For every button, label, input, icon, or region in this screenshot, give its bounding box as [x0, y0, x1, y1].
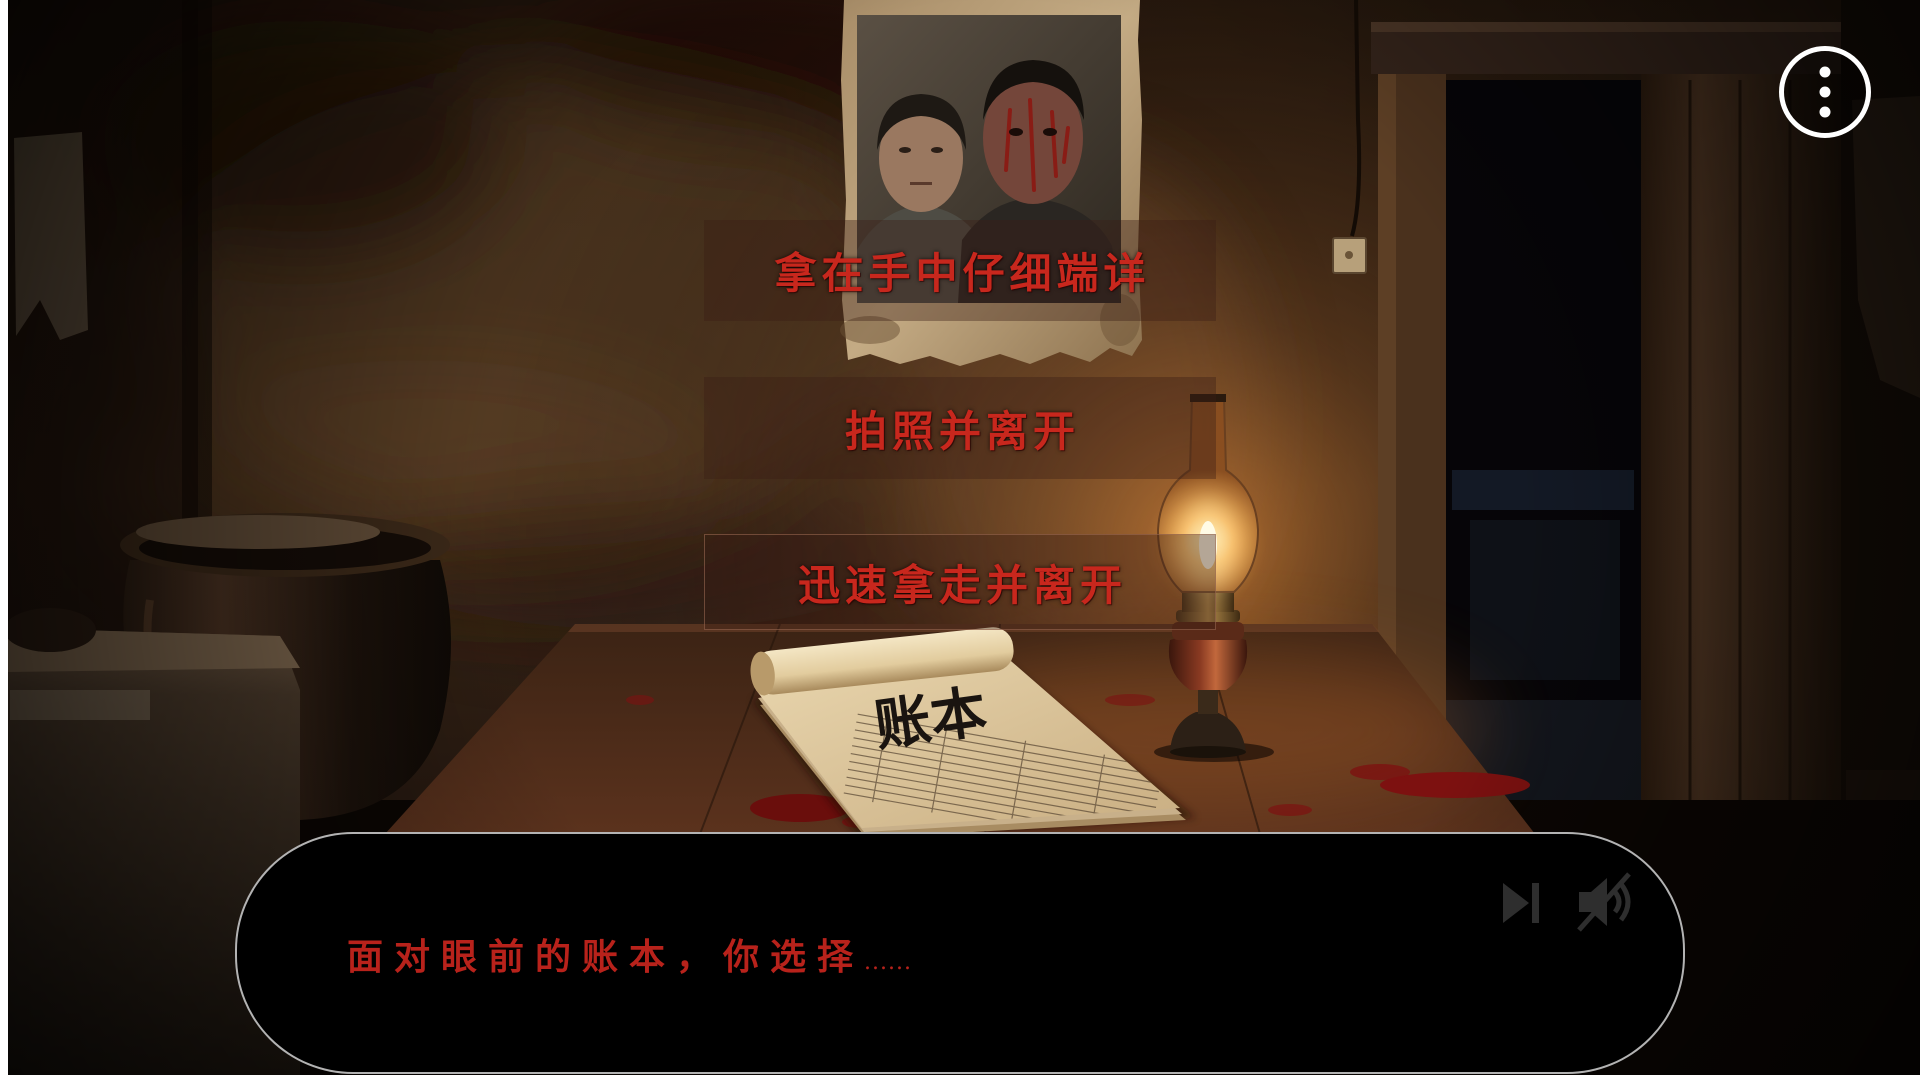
more-vertical-icon — [1819, 66, 1831, 118]
choice-button-1[interactable]: 拿在手中仔细端详 — [704, 220, 1216, 321]
dialog-text: 面对眼前的账本，你选择...... — [347, 928, 912, 980]
choice-label: 拍照并离开 — [844, 406, 1080, 456]
skip-forward-icon — [1503, 883, 1539, 923]
skip-button[interactable] — [1501, 880, 1541, 926]
choice-button-3[interactable]: 迅速拿走并离开 — [704, 534, 1216, 630]
volume-muted-icon — [1577, 872, 1631, 932]
dialog-line: 面对眼前的账本，你选择 — [347, 936, 865, 978]
menu-button[interactable] — [1779, 46, 1871, 138]
canvas-edge-bottom — [0, 1075, 1920, 1080]
choice-label: 拿在手中仔细端详 — [774, 249, 1151, 298]
choice-label: 迅速拿走并离开 — [797, 560, 1127, 610]
dialog-box[interactable]: 面对眼前的账本，你选择...... — [235, 832, 1685, 1074]
canvas-edge-left — [0, 0, 8, 1080]
choice-button-2[interactable]: 拍照并离开 — [704, 377, 1216, 479]
dialog-ellipsis: ...... — [864, 950, 912, 975]
mute-button[interactable] — [1573, 870, 1635, 934]
